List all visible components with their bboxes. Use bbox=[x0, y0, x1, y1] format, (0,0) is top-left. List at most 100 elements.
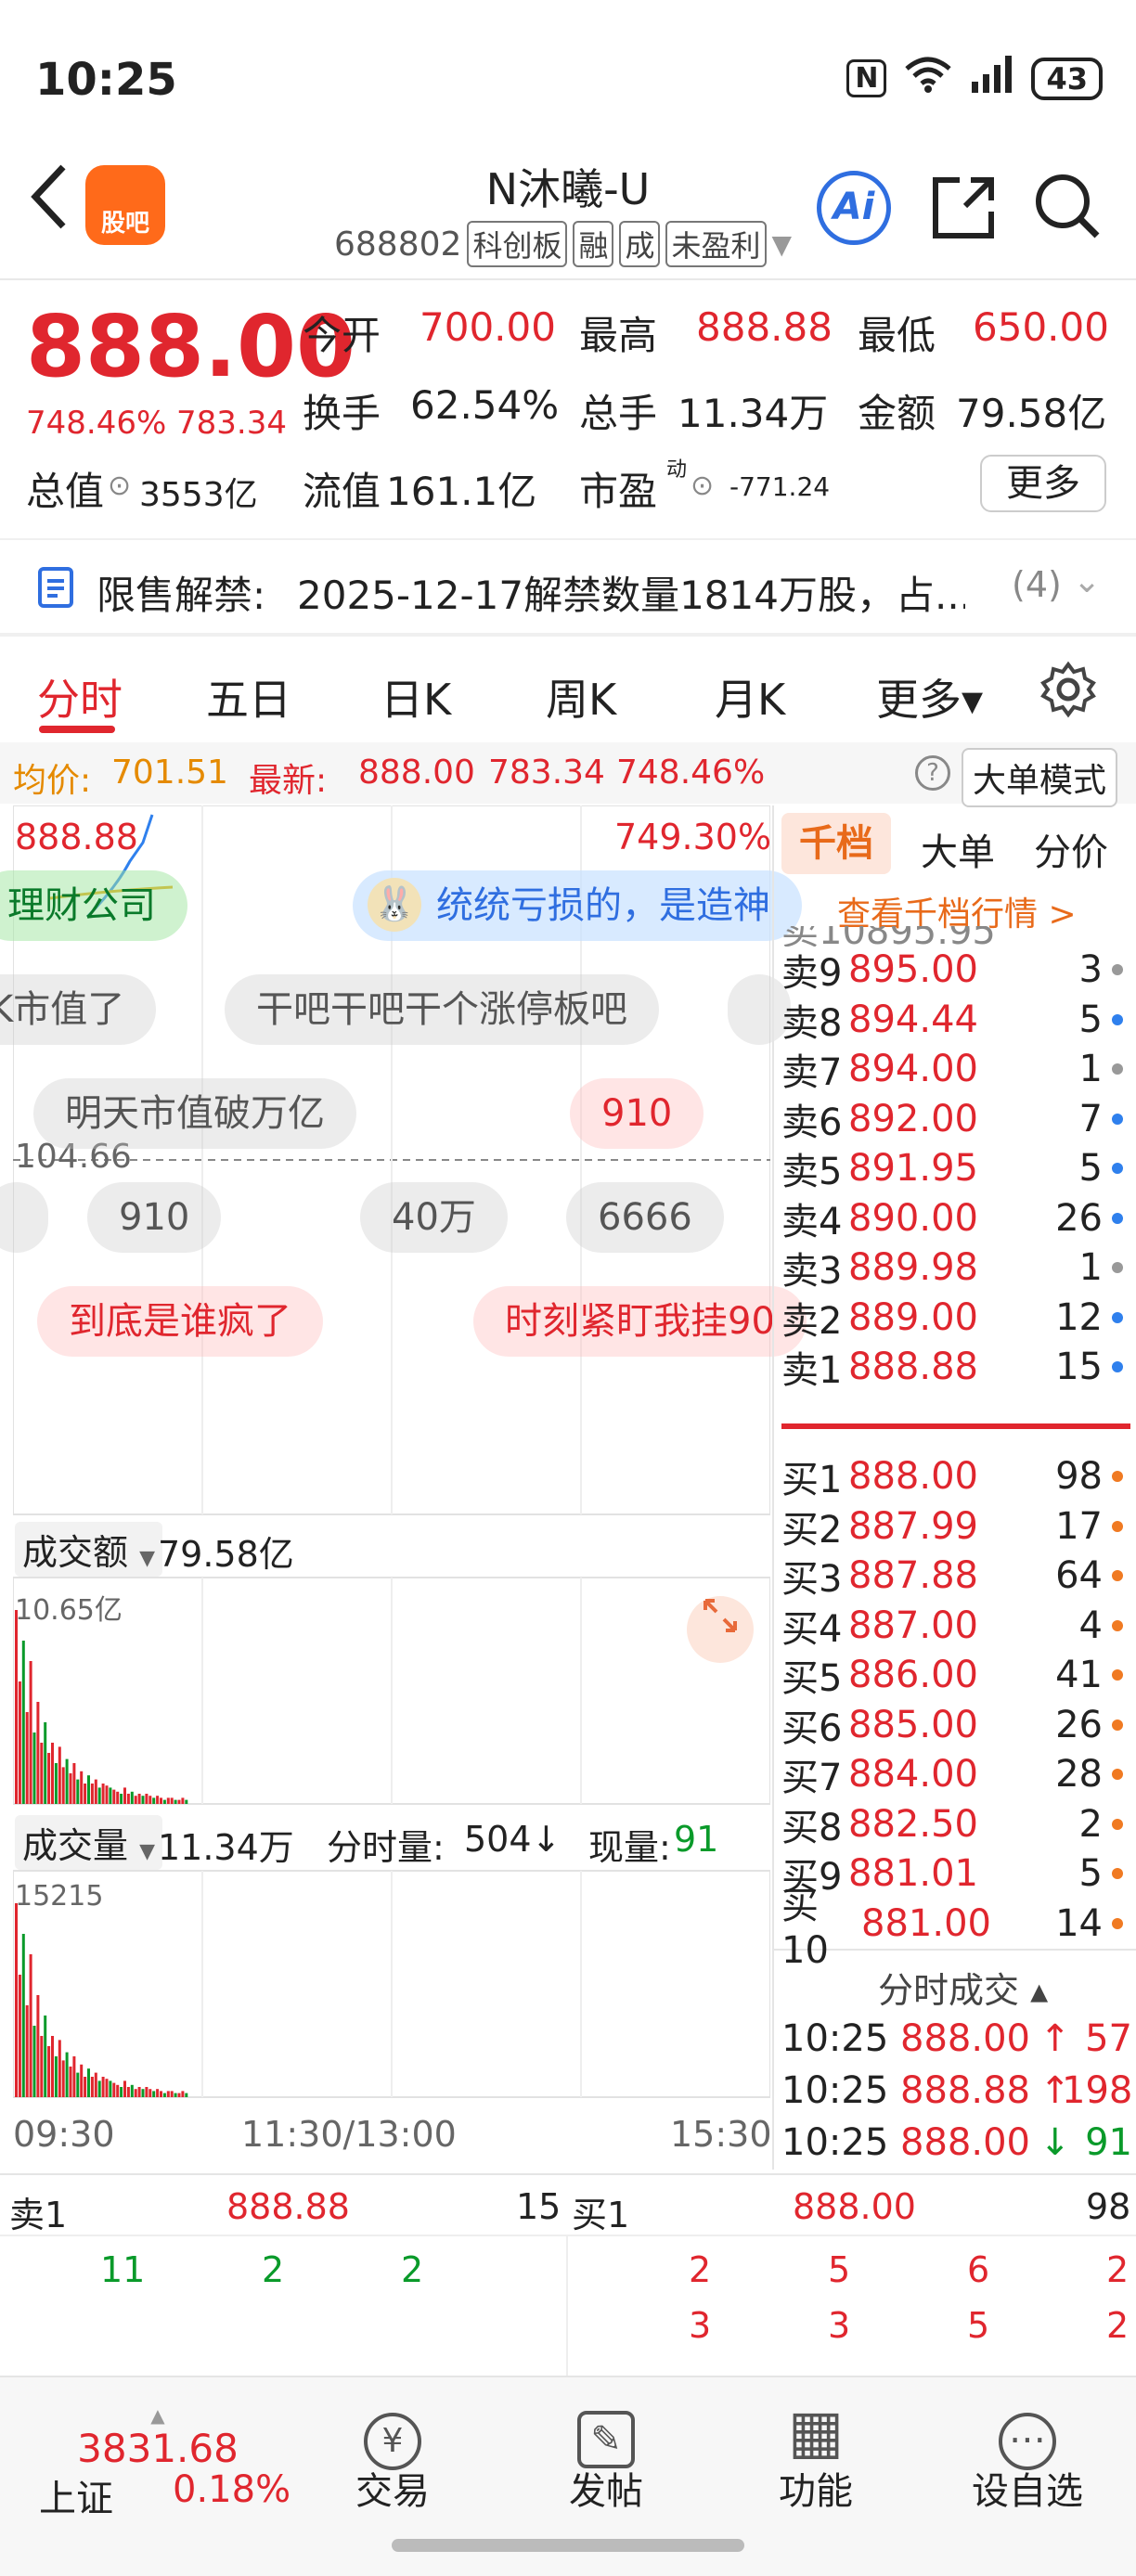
pe-info-icon[interactable]: ⊙ bbox=[691, 470, 714, 502]
stock-code-row[interactable]: 688802 科创板 融 成 未盈利 ▼ bbox=[334, 221, 792, 267]
mcap-value: 3553亿 bbox=[139, 476, 258, 514]
volume-bar bbox=[101, 1784, 105, 1804]
tab-more[interactable]: 更多▾ bbox=[876, 666, 983, 728]
buy-level-row[interactable]: 买1 888.00 98 bbox=[781, 1451, 1132, 1501]
danmu-comment[interactable]: 到底是谁疯了 bbox=[37, 1286, 323, 1357]
volume-bar bbox=[160, 2091, 162, 2097]
sell-level-row[interactable]: 卖3 889.98 1 bbox=[781, 1243, 1132, 1293]
buy-level-row[interactable]: 买6 885.00 26 bbox=[781, 1700, 1132, 1750]
level-dot bbox=[1112, 1212, 1123, 1224]
tab-daily-k[interactable]: 日K bbox=[381, 666, 451, 728]
info-icon[interactable]: ⊙ bbox=[108, 470, 131, 502]
sell-level-row[interactable]: 卖9 895.00 3 bbox=[781, 945, 1132, 995]
gear-icon[interactable] bbox=[1039, 661, 1097, 728]
index-ticker[interactable]: ▲ 3831.68 bbox=[65, 2406, 251, 2471]
tab-five-day[interactable]: 五日 bbox=[206, 666, 291, 728]
intraday-chart[interactable]: 888.88 749.30% 104.66 理财公司 🐰 统统亏损的，是造神 K… bbox=[0, 805, 807, 2441]
lockup-notice[interactable]: 限售解禁: 2025-12-17解禁数量1814万股，占... (4) ⌄ bbox=[0, 540, 1136, 633]
level-volume: 4 bbox=[1078, 1604, 1103, 1647]
danmu-comment[interactable]: 910 bbox=[87, 1182, 222, 1253]
sell-level-row[interactable]: 卖8 894.44 5 bbox=[781, 995, 1132, 1045]
queue-sell-volume: 15 bbox=[516, 2186, 562, 2227]
danmu-comment[interactable]: 910 bbox=[570, 1078, 704, 1149]
tick-row: 10:25 888.00 ↑ 57 bbox=[781, 2014, 1132, 2064]
volume-selector[interactable]: 成交量 ▼ bbox=[15, 1815, 163, 1870]
level-volume: 3 bbox=[1078, 948, 1103, 991]
danmu-comment[interactable]: 40万 bbox=[360, 1182, 508, 1253]
buy-level-row[interactable]: 买3 887.88 64 bbox=[781, 1551, 1132, 1601]
level-label: 卖4 bbox=[781, 1200, 843, 1243]
sell-level-row[interactable]: 卖5 891.95 5 bbox=[781, 1143, 1132, 1193]
tab-monthly-k[interactable]: 月K bbox=[715, 666, 785, 728]
notice-label: 限售解禁: bbox=[97, 573, 266, 618]
chart-canvas bbox=[13, 805, 770, 2098]
ai-button[interactable]: Ai bbox=[817, 171, 891, 245]
level-dot bbox=[1112, 1113, 1123, 1125]
level-label: 买3 bbox=[781, 1558, 843, 1601]
buy-level-row[interactable]: 买4 887.00 4 bbox=[781, 1601, 1132, 1651]
tick-volume: 198 bbox=[1062, 2069, 1133, 2112]
danmu-comment[interactable]: 🐰 统统亏损的，是造神 bbox=[353, 870, 802, 941]
big-order-mode-button[interactable]: 大单模式 bbox=[962, 748, 1118, 807]
high-label: 最高 bbox=[579, 313, 658, 358]
sell-level-row[interactable]: 卖7 894.00 1 bbox=[781, 1044, 1132, 1094]
buy-level-row[interactable]: 买7 884.00 28 bbox=[781, 1749, 1132, 1799]
level-price: 881.00 bbox=[861, 1901, 991, 1945]
volume-bar bbox=[76, 1779, 80, 1804]
tab-thousand-levels[interactable]: 千档 bbox=[781, 813, 891, 874]
tab-intraday[interactable]: 分时 bbox=[37, 666, 123, 728]
sell-level-row[interactable]: 卖2 889.00 12 bbox=[781, 1293, 1132, 1343]
sell-level-row[interactable]: 卖1 888.88 15 bbox=[781, 1342, 1132, 1392]
nav-post[interactable]: ✎ 发帖 bbox=[536, 2377, 676, 2515]
volume-bar bbox=[185, 2093, 188, 2097]
search-icon[interactable] bbox=[1032, 171, 1103, 257]
help-icon[interactable]: ? bbox=[915, 755, 950, 791]
volume-bar bbox=[137, 1794, 141, 1804]
share-icon[interactable] bbox=[928, 173, 999, 259]
danmu-comment[interactable]: 时刻紧盯我挂90 bbox=[473, 1286, 807, 1357]
amount-selector[interactable]: 成交额 ▼ bbox=[15, 1522, 163, 1577]
avg-label: 均价: bbox=[13, 762, 92, 800]
nav-add-watchlist[interactable]: ⋯ 设自选 bbox=[958, 2377, 1097, 2515]
volume-bar bbox=[32, 2026, 36, 2097]
danmu-comment[interactable]: 理财公司 bbox=[0, 870, 187, 941]
expand-icon[interactable] bbox=[687, 1596, 754, 1663]
change-percent: 748.46% bbox=[26, 405, 167, 442]
tab-price-distribution[interactable]: 分价 bbox=[1034, 822, 1108, 876]
volume-bar bbox=[80, 1771, 84, 1804]
queue-buy-label: 买1 bbox=[572, 2195, 630, 2235]
tick-time: 10:25 bbox=[781, 2069, 889, 2112]
volume-bar bbox=[94, 2072, 97, 2097]
ticks-title[interactable]: 分时成交 ▴ bbox=[878, 1962, 1048, 2013]
danmu-comment[interactable]: K市值了 bbox=[0, 974, 157, 1045]
tab-weekly-k[interactable]: 周K bbox=[546, 666, 616, 728]
buy-level-row[interactable]: 买2 887.99 17 bbox=[781, 1501, 1132, 1552]
home-indicator[interactable] bbox=[392, 2539, 744, 2552]
tick-price: 888.00 bbox=[900, 2121, 1030, 2164]
buy-level-row[interactable]: 买8 882.50 2 bbox=[781, 1799, 1132, 1849]
volume-bar bbox=[109, 1787, 112, 1804]
volume-bar bbox=[170, 1797, 174, 1804]
volume-bar bbox=[47, 2046, 51, 2097]
danmu-comment[interactable]: 干吧干吧干个涨停板吧 bbox=[225, 974, 659, 1045]
danmu-comment[interactable]: 6666 bbox=[566, 1182, 724, 1253]
volume-bar bbox=[72, 1763, 76, 1804]
level-price: 886.00 bbox=[848, 1654, 978, 1696]
volume-bar bbox=[120, 2087, 123, 2097]
sell-level-row[interactable]: 卖6 892.00 7 bbox=[781, 1094, 1132, 1144]
level-price: 887.00 bbox=[848, 1604, 978, 1647]
notice-text: 2025-12-17解禁数量1814万股，占... bbox=[297, 573, 965, 618]
tab-big-orders[interactable]: 大单 bbox=[921, 822, 995, 876]
level-price: 891.95 bbox=[848, 1147, 978, 1190]
nav-functions[interactable]: ▦ 功能 bbox=[746, 2377, 885, 2515]
sell-level-row[interactable]: 卖4 890.00 26 bbox=[781, 1193, 1132, 1243]
level-price: 889.00 bbox=[848, 1295, 978, 1339]
nav-trade[interactable]: ¥ 交易 bbox=[323, 2377, 462, 2515]
more-button[interactable]: 更多 bbox=[980, 455, 1106, 512]
danmu-comment[interactable]: 明天市值破万亿 bbox=[33, 1078, 356, 1149]
volume-bar bbox=[36, 1702, 40, 1804]
buy-level-row[interactable]: 买5 886.00 41 bbox=[781, 1650, 1132, 1700]
buy-level-row[interactable]: 买10 881.00 14 bbox=[781, 1885, 1132, 1972]
volume-bar bbox=[47, 1753, 51, 1804]
level-dot bbox=[1112, 1868, 1123, 1879]
